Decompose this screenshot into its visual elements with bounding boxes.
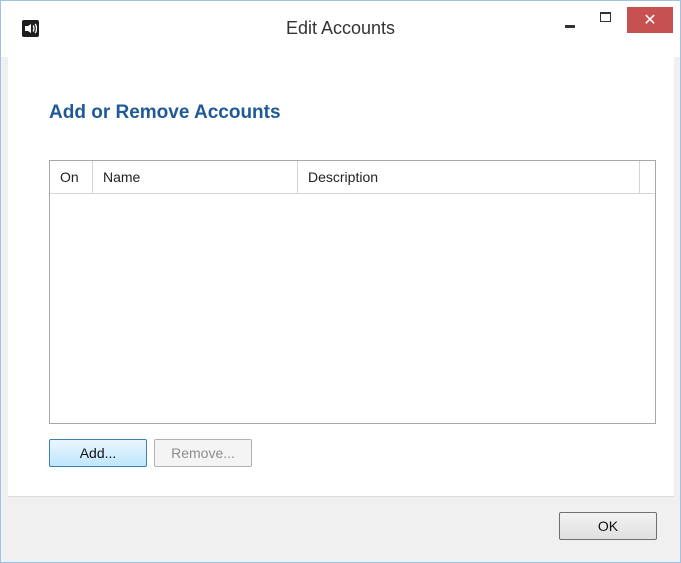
close-icon: ✕ bbox=[643, 12, 657, 29]
remove-account-button[interactable]: Remove... bbox=[154, 439, 252, 467]
close-button[interactable]: ✕ bbox=[627, 7, 673, 33]
minimize-button[interactable] bbox=[557, 6, 587, 32]
add-button-label: Add... bbox=[79, 445, 117, 461]
edit-accounts-window: Edit Accounts ✕ Add or Remove Accounts O… bbox=[0, 0, 681, 563]
column-header-name[interactable]: Name bbox=[93, 161, 298, 193]
page-heading: Add or Remove Accounts bbox=[49, 102, 281, 123]
accounts-table[interactable]: On Name Description bbox=[49, 160, 656, 424]
table-header: On Name Description bbox=[50, 161, 655, 194]
window-frame-left bbox=[1, 57, 8, 562]
column-header-description[interactable]: Description bbox=[298, 161, 640, 193]
ok-button-label: OK bbox=[597, 518, 619, 534]
maximize-button[interactable] bbox=[591, 6, 621, 32]
ok-button[interactable]: OK bbox=[559, 512, 657, 540]
title-bar[interactable]: Edit Accounts ✕ bbox=[1, 1, 680, 57]
add-account-button[interactable]: Add... bbox=[49, 439, 147, 467]
dialog-footer: OK bbox=[8, 496, 674, 557]
column-header-filler bbox=[640, 161, 655, 193]
remove-button-label: Remove... bbox=[171, 445, 235, 461]
column-header-on[interactable]: On bbox=[50, 161, 93, 193]
content-area: Add or Remove Accounts On Name Descripti… bbox=[8, 57, 674, 496]
